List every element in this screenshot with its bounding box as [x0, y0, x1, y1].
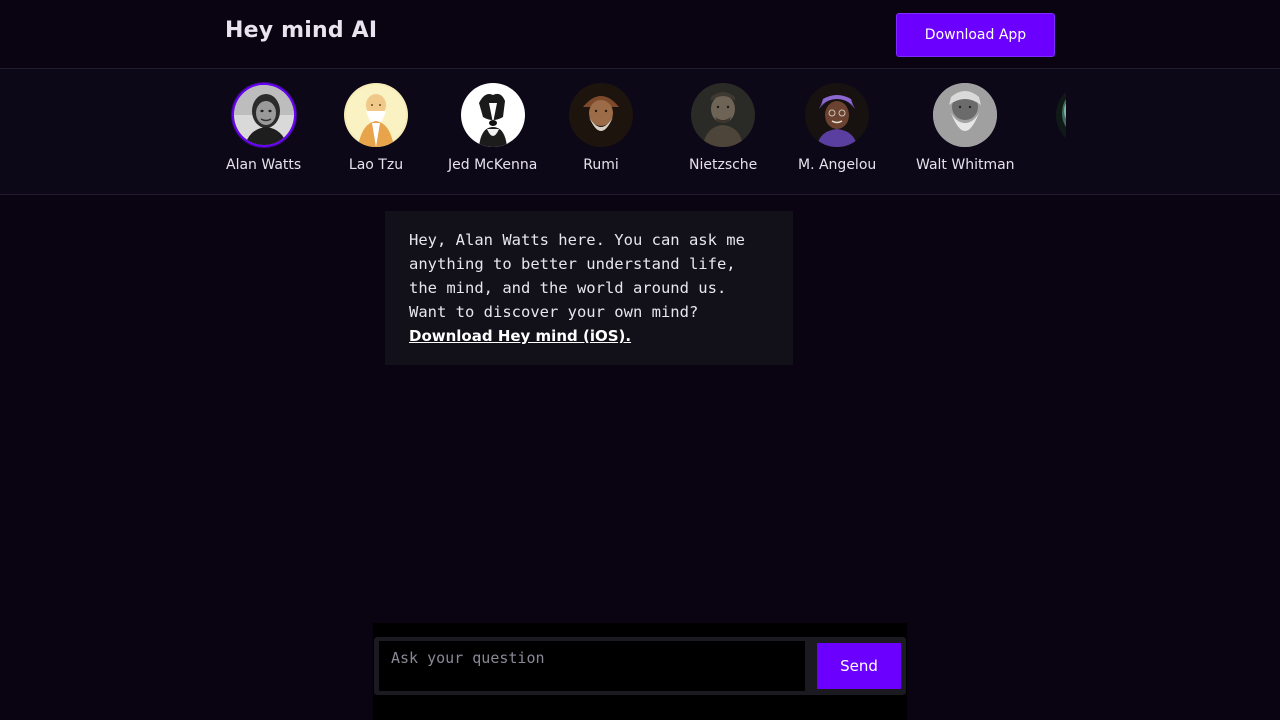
send-button[interactable]: Send: [817, 643, 901, 689]
composer-box: Send: [374, 637, 906, 695]
persona-selector: Alan Watts Lao Tzu Jed McKenna Rumi Niet…: [0, 69, 1280, 195]
persona-name: M. Angelou: [798, 157, 877, 173]
top-header: Hey mind AI Download App: [0, 0, 1280, 69]
persona-name: Nietzsche: [689, 157, 758, 173]
assistant-message: Hey, Alan Watts here. You can ask me any…: [385, 211, 793, 365]
avatar-m-angelou: [805, 83, 870, 147]
question-input[interactable]: [379, 641, 805, 691]
download-ios-link[interactable]: Download Hey mind (iOS).: [409, 324, 769, 348]
message-line: anything to better understand life,: [409, 255, 736, 273]
brand-title[interactable]: Hey mind AI: [225, 18, 377, 43]
persona-m-angelou[interactable]: M. Angelou: [798, 83, 876, 173]
avatar-alan-watts: [231, 83, 296, 147]
persona-jed-mckenna[interactable]: Jed McKenna: [448, 83, 537, 173]
persona-rumi[interactable]: Rumi: [569, 83, 633, 173]
persona-name: Alan Watts: [226, 157, 302, 173]
persona-lao-tzu[interactable]: Lao Tzu: [344, 83, 408, 173]
persona-alan-watts[interactable]: Alan Watts: [226, 83, 301, 173]
avatar-nietzsche: [691, 83, 756, 147]
avatar-lao-tzu: [344, 83, 408, 147]
persona-next-partial[interactable]: [1056, 83, 1066, 147]
composer: Send: [373, 623, 907, 720]
persona-name: Rumi: [583, 157, 619, 173]
avatar-walt-whitman: [933, 83, 998, 147]
persona-name: Lao Tzu: [348, 157, 404, 173]
persona-carousel[interactable]: Alan Watts Lao Tzu Jed McKenna Rumi Niet…: [220, 69, 1066, 194]
download-app-button[interactable]: Download App: [896, 13, 1055, 57]
persona-name: Walt Whitman: [916, 157, 1015, 173]
avatar-next-partial: [1056, 83, 1066, 147]
avatar-jed-mckenna: [460, 83, 525, 147]
persona-name: Jed McKenna: [448, 157, 538, 173]
persona-walt-whitman[interactable]: Walt Whitman: [916, 83, 1015, 173]
avatar-rumi: [569, 83, 633, 147]
persona-nietzsche[interactable]: Nietzsche: [689, 83, 757, 173]
message-line: Hey, Alan Watts here. You can ask me: [409, 231, 745, 249]
chat-page: Hey mind AI Download App Alan Watts Lao …: [0, 0, 1280, 720]
message-line: Want to discover your own mind?: [409, 303, 699, 321]
message-line: the mind, and the world around us.: [409, 279, 727, 297]
